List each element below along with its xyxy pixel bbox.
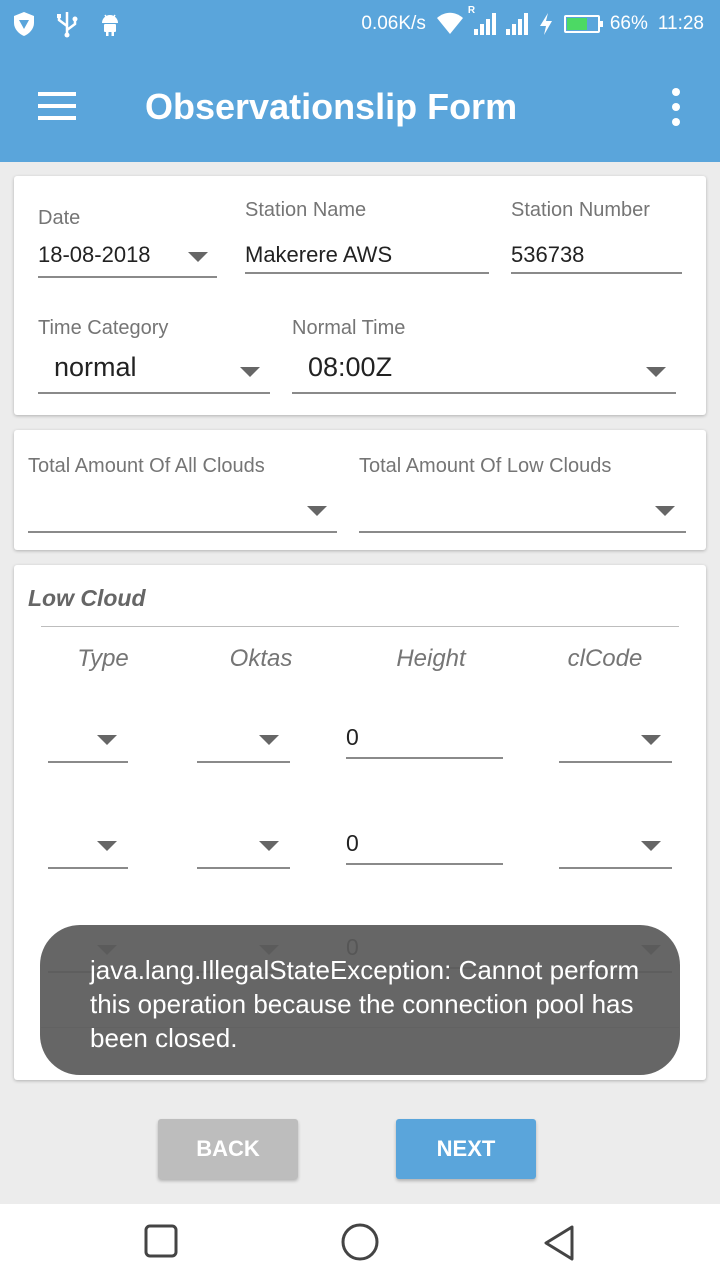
station-info-card: Date 18-08-2018 Station Name Makerere AW… — [14, 176, 706, 415]
date-underline — [38, 276, 217, 278]
type-select[interactable] — [48, 761, 128, 763]
signal-icon-2 — [505, 13, 528, 35]
recents-square-icon[interactable] — [144, 1224, 178, 1258]
time-category-underline — [38, 392, 270, 394]
status-right-icons: 0.06K/s R 66% 11:28 — [361, 5, 704, 36]
battery-percent: 66% — [609, 13, 648, 34]
station-name-label: Station Name — [245, 199, 367, 221]
normal-time-label: Normal Time — [292, 317, 406, 339]
back-triangle-icon[interactable] — [542, 1224, 576, 1262]
android-icon — [102, 14, 118, 36]
system-nav-bar — [0, 1204, 720, 1280]
type-dropdown-icon[interactable] — [97, 841, 117, 851]
total-all-clouds-label: Total Amount Of All Clouds — [28, 455, 265, 477]
normal-time-dropdown-icon[interactable] — [646, 367, 666, 377]
wifi-icon — [436, 12, 463, 34]
height-input[interactable]: 0 — [346, 830, 359, 857]
height-underline — [346, 757, 503, 759]
charging-icon — [539, 13, 552, 35]
height-input[interactable]: 0 — [346, 724, 359, 751]
battery-icon — [563, 15, 603, 33]
station-number-underline — [511, 272, 682, 274]
usb-icon — [57, 12, 78, 38]
clock: 11:28 — [657, 13, 704, 34]
oktas-select[interactable] — [197, 867, 290, 869]
oktas-dropdown-icon[interactable] — [259, 735, 279, 745]
date-dropdown-icon[interactable] — [188, 252, 208, 262]
total-all-clouds-dropdown-icon[interactable] — [307, 506, 327, 516]
time-category-label: Time Category — [38, 317, 169, 339]
date-label: Date — [38, 207, 81, 229]
station-number-label: Station Number — [511, 199, 650, 221]
signal-icon: R — [468, 5, 496, 35]
low-cloud-divider — [41, 626, 679, 627]
clcode-dropdown-icon[interactable] — [641, 735, 661, 745]
status-left-icons — [12, 10, 122, 38]
station-number-field[interactable]: 536738 — [511, 242, 584, 268]
more-vert-icon[interactable] — [666, 88, 686, 126]
total-all-clouds-underline[interactable] — [28, 531, 337, 533]
clcode-select[interactable] — [559, 761, 672, 763]
oktas-select[interactable] — [197, 761, 290, 763]
column-header-height: Height — [396, 645, 466, 672]
app-bar: Observationslip Form — [0, 50, 720, 162]
normal-time-select[interactable]: 08:00Z — [308, 352, 392, 383]
total-low-clouds-dropdown-icon[interactable] — [655, 506, 675, 516]
clcode-dropdown-icon[interactable] — [641, 841, 661, 851]
time-category-dropdown-icon[interactable] — [240, 367, 260, 377]
date-value[interactable]: 18-08-2018 — [38, 242, 151, 268]
type-dropdown-icon[interactable] — [97, 735, 117, 745]
station-name-underline — [245, 272, 489, 274]
network-speed: 0.06K/s — [361, 13, 426, 34]
low-cloud-title: Low Cloud — [28, 585, 146, 611]
hamburger-menu-icon[interactable] — [38, 92, 76, 120]
station-name-field[interactable]: Makerere AWS — [245, 242, 392, 268]
page-title: Observationslip Form — [145, 86, 518, 127]
cloud-totals-card: Total Amount Of All Clouds Total Amount … — [14, 430, 706, 550]
total-low-clouds-underline[interactable] — [359, 531, 686, 533]
normal-time-underline — [292, 392, 676, 394]
home-circle-icon[interactable] — [340, 1222, 380, 1262]
column-header-type: Type — [77, 645, 129, 672]
shield-icon — [14, 12, 34, 36]
time-category-select[interactable]: normal — [54, 352, 137, 383]
oktas-dropdown-icon[interactable] — [259, 841, 279, 851]
type-select[interactable] — [48, 867, 128, 869]
error-toast: java.lang.IllegalStateException: Cannot … — [40, 925, 680, 1075]
roaming-indicator: R — [467, 5, 476, 16]
column-header-clcode: clCode — [567, 645, 643, 672]
height-underline — [346, 863, 503, 865]
column-header-oktas: Oktas — [229, 645, 293, 672]
back-button[interactable]: BACK — [158, 1119, 298, 1179]
total-low-clouds-label: Total Amount Of Low Clouds — [359, 455, 612, 477]
clcode-select[interactable] — [559, 867, 672, 869]
next-button[interactable]: NEXT — [396, 1119, 536, 1179]
status-bar: 0.06K/s R 66% 11:28 — [0, 0, 720, 50]
